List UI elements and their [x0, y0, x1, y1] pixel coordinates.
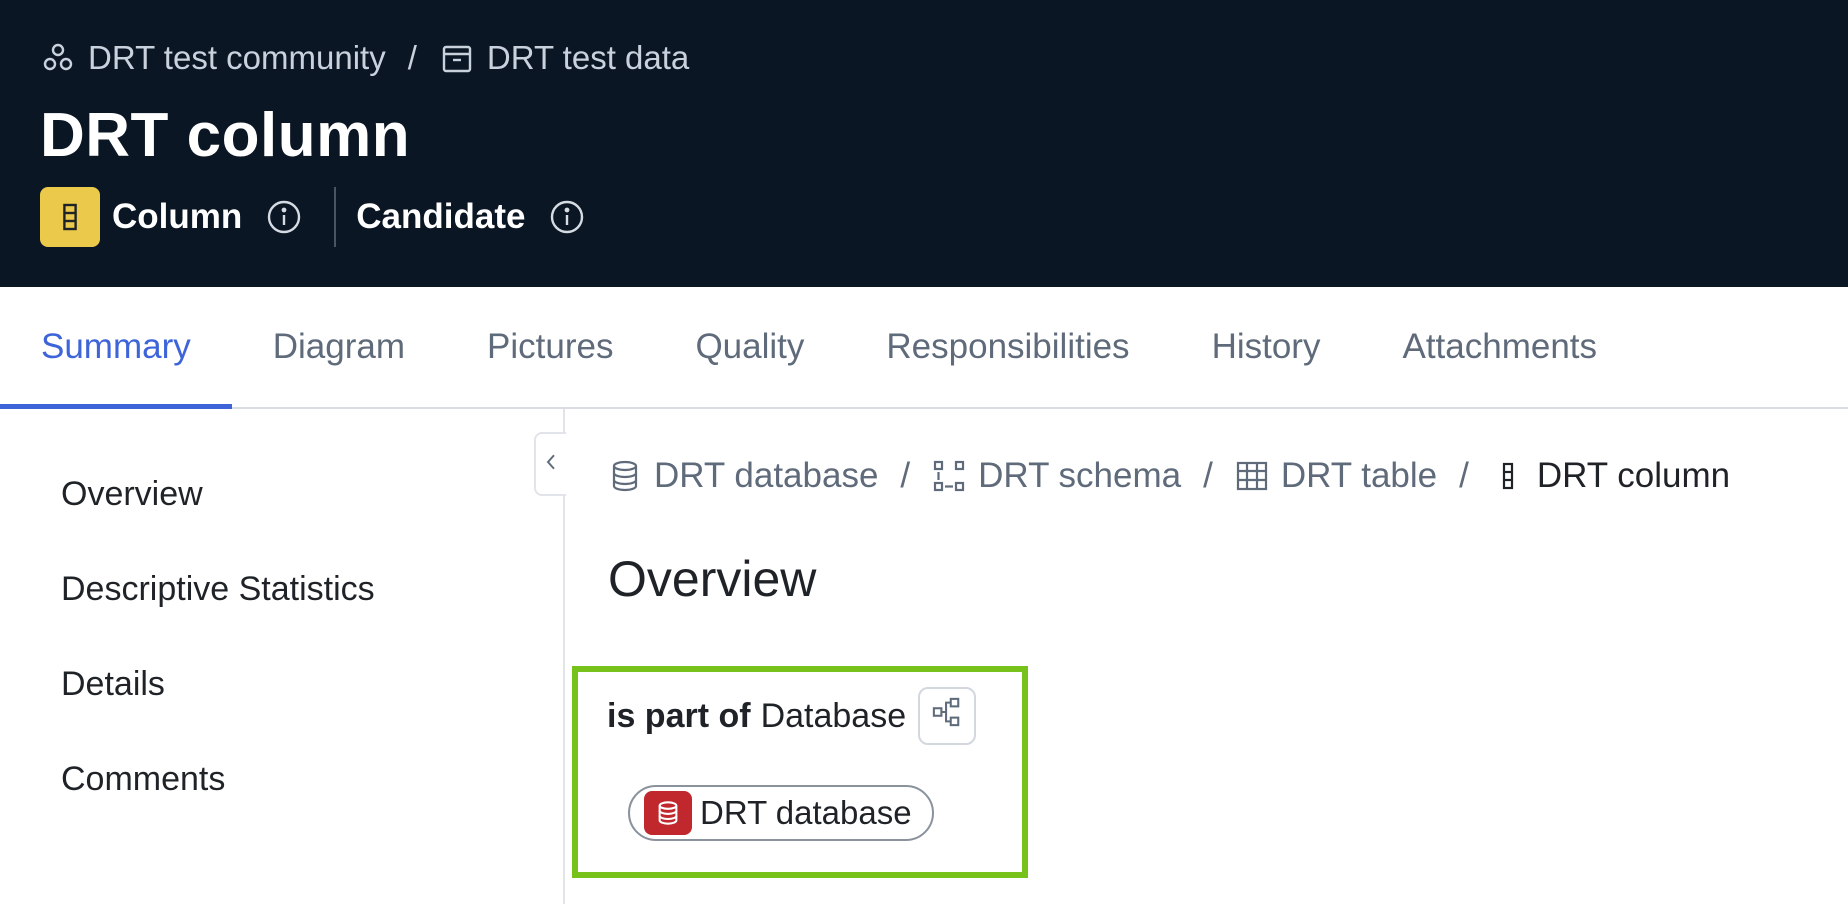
- breadcrumb-schema-link[interactable]: DRT schema: [978, 456, 1181, 496]
- tab-history[interactable]: History: [1171, 287, 1362, 407]
- breadcrumb-current: DRT column: [1536, 456, 1731, 495]
- tab-summary[interactable]: Summary: [0, 287, 232, 409]
- relation-graph-button[interactable]: [918, 687, 977, 745]
- chevron-left-icon: [545, 452, 557, 477]
- asset-type-info-icon[interactable]: [266, 199, 302, 235]
- tab-quality[interactable]: Quality: [654, 287, 845, 407]
- nav-item-details[interactable]: Details: [61, 665, 165, 704]
- relation-label: is part of: [607, 696, 751, 735]
- column-icon: [1491, 459, 1525, 493]
- section-nav: Overview Descriptive Statistics Details …: [0, 409, 565, 904]
- breadcrumb-database-link[interactable]: DRT database: [654, 456, 878, 496]
- page-title: DRT column: [40, 101, 411, 170]
- breadcrumb-separator: /: [1459, 456, 1469, 495]
- asset-meta-row: Column Candidate: [40, 186, 585, 248]
- breadcrumb-separator: /: [900, 456, 911, 495]
- status-info-icon[interactable]: [549, 199, 585, 235]
- related-asset-chip[interactable]: DRT database: [628, 785, 934, 841]
- collapse-nav-button[interactable]: [534, 432, 566, 496]
- breadcrumb-separator: /: [1203, 456, 1213, 495]
- related-asset-label: DRT database: [700, 794, 912, 831]
- nav-item-comments[interactable]: Comments: [61, 760, 225, 799]
- tab-responsibilities[interactable]: Responsibilities: [845, 287, 1170, 407]
- database-icon: [608, 459, 642, 493]
- header-breadcrumb: DRT test community / DRT test data: [40, 36, 689, 80]
- tab-pictures[interactable]: Pictures: [446, 287, 654, 407]
- graph-icon: [932, 697, 962, 736]
- breadcrumb-community-link[interactable]: DRT test community: [88, 39, 386, 77]
- asset-header: DRT test community / DRT test data DRT c…: [0, 0, 1848, 287]
- relation-target-type: Database: [760, 696, 907, 735]
- database-icon: [644, 791, 692, 835]
- nav-item-descriptive-statistics[interactable]: Descriptive Statistics: [61, 570, 375, 609]
- asset-tabs: Summary Diagram Pictures Quality Respons…: [0, 287, 1848, 409]
- table-icon: [1235, 459, 1269, 493]
- schema-icon: [932, 459, 966, 493]
- tab-diagram[interactable]: Diagram: [232, 287, 446, 407]
- column-type-icon: [40, 187, 100, 247]
- hierarchy-breadcrumb: DRT database / DRT schema / DRT table / …: [608, 452, 1730, 500]
- community-icon: [40, 40, 76, 76]
- relation-header: is part of Database: [607, 687, 977, 745]
- status-label: Candidate: [356, 197, 526, 236]
- breadcrumb-table-link[interactable]: DRT table: [1281, 456, 1437, 496]
- tab-attachments[interactable]: Attachments: [1361, 287, 1638, 407]
- breadcrumb-domain-link[interactable]: DRT test data: [487, 39, 689, 77]
- meta-divider: [334, 187, 337, 247]
- section-title-overview: Overview: [608, 551, 817, 607]
- domain-icon: [439, 40, 475, 76]
- nav-item-overview[interactable]: Overview: [61, 475, 203, 514]
- asset-type-label: Column: [112, 197, 243, 236]
- breadcrumb-separator: /: [407, 39, 417, 76]
